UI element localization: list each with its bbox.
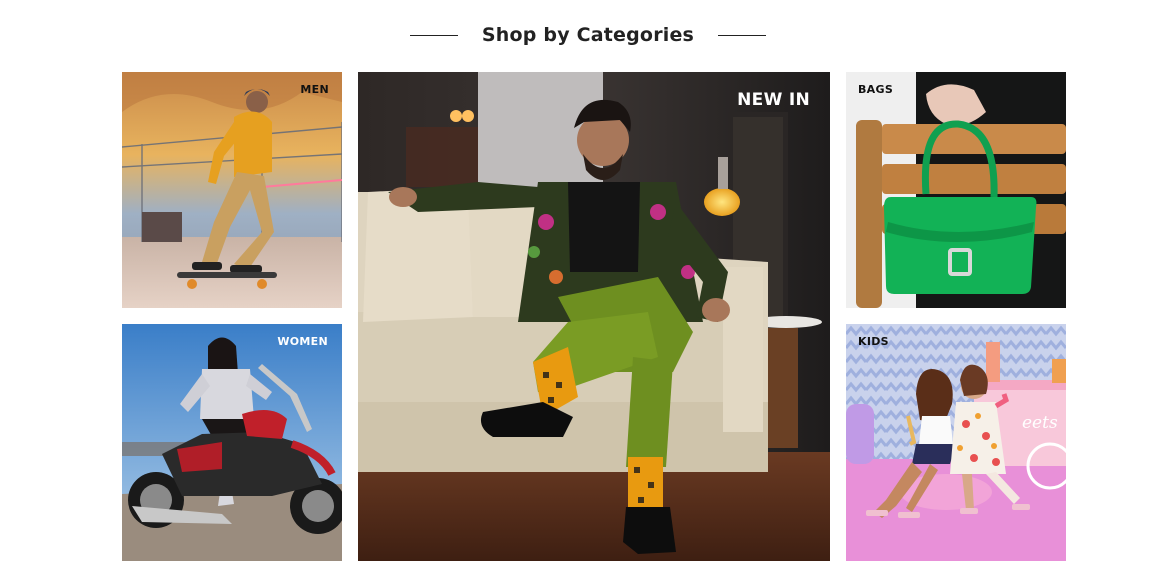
heading-divider-left <box>409 34 458 36</box>
new-in-category-image <box>358 72 830 561</box>
category-tile-women[interactable]: WOMEN <box>122 324 342 561</box>
men-category-image <box>122 72 342 308</box>
category-label-women: WOMEN <box>277 335 328 348</box>
category-tile-bags[interactable]: BAGS <box>846 72 1066 308</box>
category-tile-kids[interactable]: eets KIDS <box>846 324 1066 561</box>
category-label-kids: KIDS <box>858 335 889 348</box>
category-tile-new-in[interactable]: NEW IN <box>358 72 830 561</box>
bags-category-image <box>846 72 1066 308</box>
section-title: Shop by Categories <box>481 24 695 46</box>
svg-text:eets: eets <box>1022 413 1058 433</box>
kids-category-image: eets <box>846 324 1066 561</box>
category-tile-men[interactable]: MEN <box>122 72 342 308</box>
category-label-men: MEN <box>300 83 329 96</box>
category-label-new-in: NEW IN <box>737 90 810 110</box>
category-label-bags: BAGS <box>858 83 894 96</box>
heading-divider-right <box>718 34 767 36</box>
women-category-image <box>122 324 342 561</box>
section-header: Shop by Categories <box>0 18 1176 52</box>
